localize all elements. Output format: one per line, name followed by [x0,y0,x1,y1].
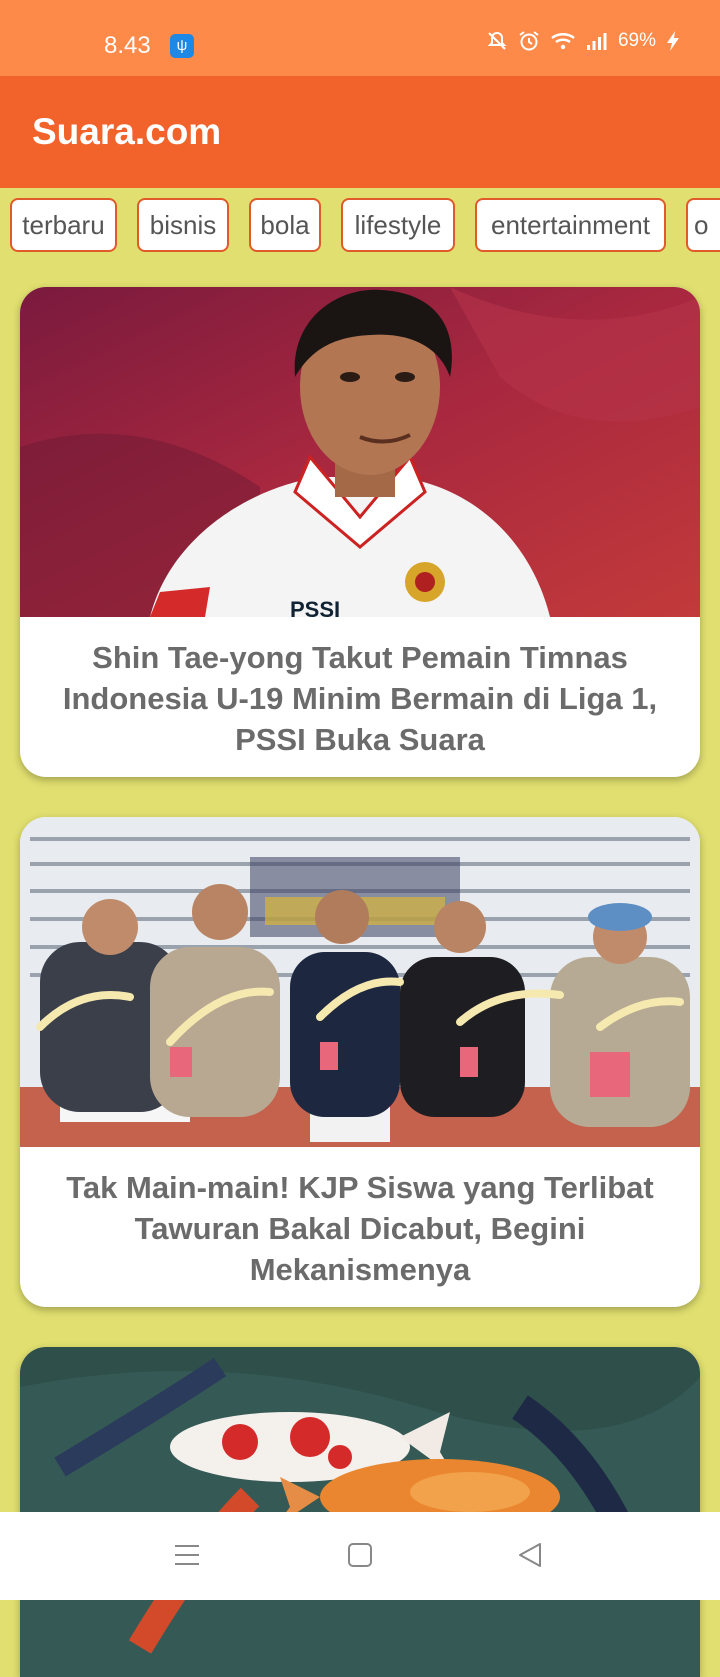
status-icons: 69% [486,30,680,52]
article-card[interactable]: PSSI Shin Tae-yong Takut Pemain Timnas I… [20,287,700,777]
category-chips: terbaru bisnis bola lifestyle entertainm… [0,198,720,258]
chip-entertainment[interactable]: entertainment [475,198,666,252]
wifi-icon [550,31,576,51]
article-image[interactable] [20,817,700,1147]
charging-icon [666,30,680,52]
status-bar: 8.43 ψ 69% [0,0,720,76]
home-square-icon[interactable] [347,1542,373,1573]
back-triangle-icon[interactable] [517,1542,543,1573]
chip-bisnis[interactable]: bisnis [137,198,229,252]
alarm-icon [518,30,540,52]
chip-bola[interactable]: bola [249,198,321,252]
svg-text:PSSI: PSSI [290,597,340,617]
menu-icon[interactable] [174,1542,200,1573]
chip-terbaru[interactable]: terbaru [10,198,117,252]
chip-lifestyle[interactable]: lifestyle [341,198,455,252]
signal-icon [586,31,608,51]
system-nav-bar [0,1512,720,1600]
mute-icon [486,30,508,52]
article-image[interactable]: PSSI [20,287,700,622]
article-title[interactable]: Shin Tae-yong Takut Pemain Timnas Indone… [30,637,690,760]
article-title[interactable]: Tak Main-main! KJP Siswa yang Terlibat T… [30,1167,690,1290]
status-time: 8.43 [104,32,151,59]
battery-percent: 69% [617,30,656,51]
app-bar: Suara.com [0,76,720,188]
article-card[interactable]: Tak Main-main! KJP Siswa yang Terlibat T… [20,817,700,1307]
chip-partial[interactable]: o [686,198,720,252]
app-title: Suara.com [32,111,222,152]
usb-icon: ψ [170,34,194,58]
